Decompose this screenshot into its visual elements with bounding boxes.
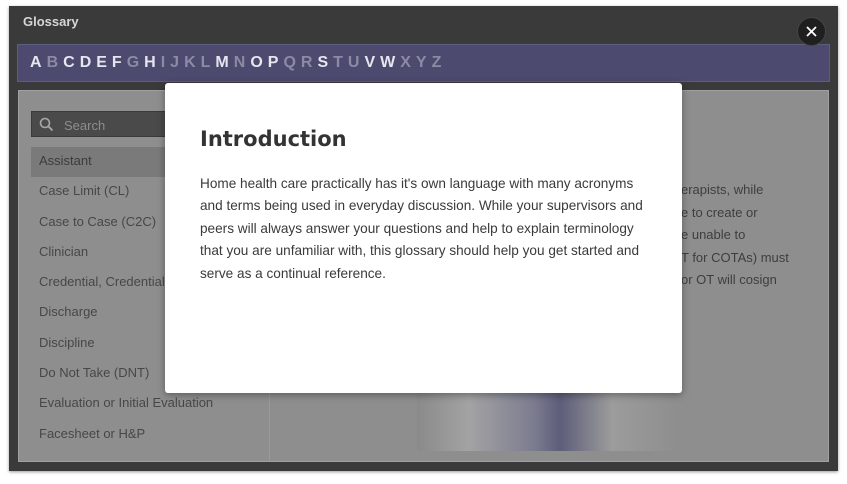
term-illustration-image (417, 391, 677, 451)
letter-c-link[interactable]: C (63, 54, 75, 72)
letter-k-link: K (184, 54, 196, 71)
detail-line: or OT will cosign (681, 272, 777, 287)
detail-line: e to create or (681, 204, 758, 220)
detail-line: e unable to (681, 227, 746, 242)
letter-j-link: J (170, 54, 180, 71)
list-item[interactable]: Evaluation or Initial Evaluation (31, 389, 263, 419)
letter-f-link[interactable]: F (112, 54, 122, 72)
modal-body-line: and terms being used in everyday discuss… (200, 198, 643, 214)
letter-n-link: N (233, 54, 246, 71)
letter-r-link: R (300, 54, 313, 71)
letter-g-link: G (126, 54, 140, 71)
modal-body-line: that you are unfamiliar with, this gloss… (200, 243, 640, 259)
letter-o-link[interactable]: O (250, 54, 262, 72)
letter-b-link: B (46, 54, 59, 71)
letter-m-link[interactable]: M (215, 54, 228, 72)
letter-i-link: I (160, 54, 166, 71)
term-detail-text: erapists, while e to create or e unable to… (681, 179, 828, 292)
letter-u-link: U (347, 54, 360, 71)
search-icon (39, 117, 54, 132)
modal-body: Home health care practically has it's ow… (200, 173, 660, 285)
detail-line: T for COTAs) must (681, 249, 789, 265)
introduction-modal: Introduction Home health care practicall… (165, 83, 682, 393)
close-icon (806, 26, 817, 37)
letter-v-link[interactable]: V (364, 54, 375, 72)
letter-a-link[interactable]: A (30, 54, 42, 72)
letter-x-link: X (400, 54, 411, 71)
detail-line: erapists, while (681, 182, 764, 197)
letter-e-link[interactable]: E (96, 54, 107, 72)
modal-body-line: Home health care practically has it's ow… (200, 176, 634, 191)
modal-body-line: serve as a continual reference. (200, 265, 386, 281)
list-item[interactable]: Facesheet or H&P (31, 420, 263, 450)
window-title: Glossary (23, 14, 79, 29)
alphabet-nav: ABCDEFGHIJKLMNOPQRSTUVWXYZ (17, 44, 830, 82)
modal-body-line: peers will always answer your questions … (200, 220, 634, 236)
letter-l-link: L (200, 54, 211, 71)
letter-y-link: Y (415, 54, 427, 71)
letter-h-link[interactable]: H (144, 54, 156, 72)
letter-d-link[interactable]: D (80, 54, 92, 72)
modal-title: Introduction (200, 127, 347, 151)
letter-z-link: Z (431, 54, 442, 71)
letter-q-link: Q (283, 54, 296, 71)
letter-t-link: T (333, 54, 343, 71)
letter-s-link[interactable]: S (317, 54, 328, 72)
close-button[interactable] (797, 17, 826, 46)
letter-p-link[interactable]: P (268, 54, 279, 72)
letter-w-link[interactable]: W (380, 54, 395, 72)
